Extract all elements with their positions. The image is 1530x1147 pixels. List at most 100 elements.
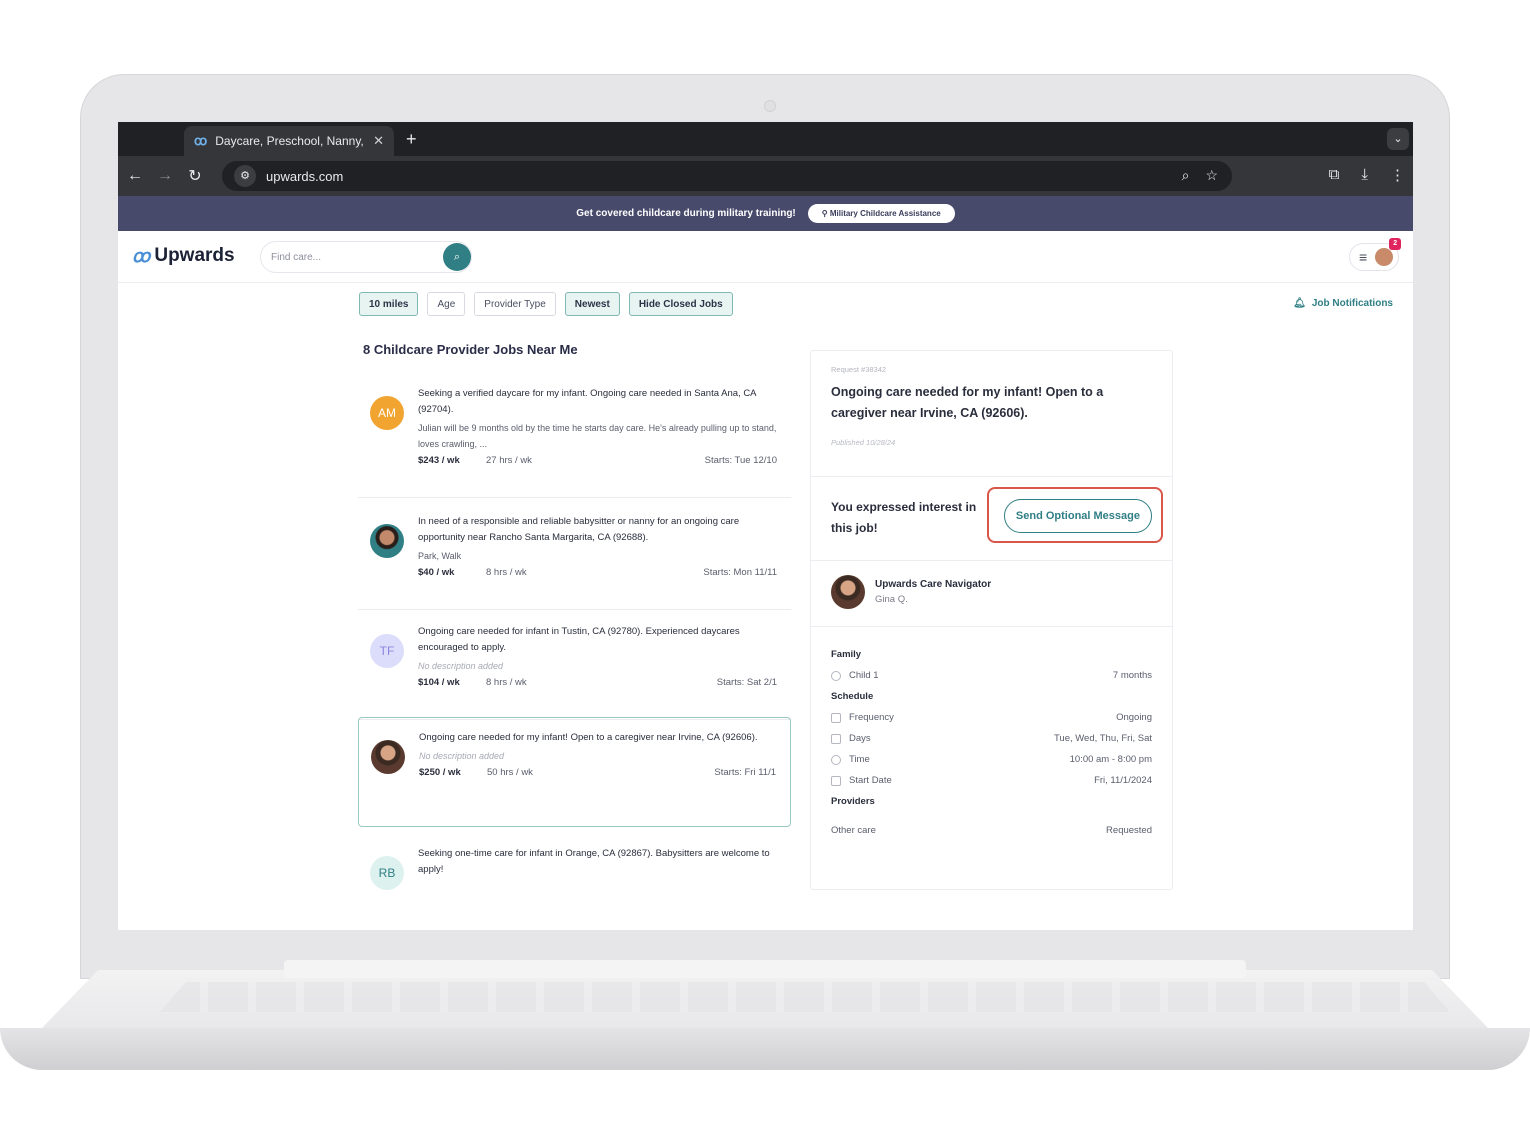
clock-icon	[831, 754, 841, 765]
avatar	[370, 524, 404, 558]
hamburger-icon: ≡	[1359, 249, 1368, 265]
job-meta: $250 / wk 50 hrs / wk Starts: Fri 11/1	[419, 767, 776, 778]
job-card[interactable]: AM Seeking a verified daycare for my inf…	[358, 374, 791, 498]
camera	[764, 100, 776, 112]
job-description: Julian will be 9 months old by the time …	[418, 423, 777, 449]
schedule-label: Days	[849, 733, 871, 744]
job-hours: 8 hrs / wk	[486, 677, 527, 688]
laptop-front-edge	[0, 1028, 1530, 1070]
child-value: 7 months	[1112, 670, 1152, 681]
new-tab-icon[interactable]: +	[406, 129, 417, 150]
schedule-row: Start Date Fri, 11/1/2024	[831, 775, 1152, 786]
child-label: Child 1	[849, 670, 879, 681]
screen: ꝏ Daycare, Preschool, Nanny, & ✕ + ⌄ ← →…	[118, 122, 1413, 930]
close-icon[interactable]: ✕	[373, 133, 384, 149]
avatar	[831, 575, 865, 609]
job-meta: $40 / wk 8 hrs / wk Starts: Mon 11/11	[418, 567, 777, 578]
child-row: Child 1 7 months	[831, 670, 1152, 681]
avatar	[371, 740, 405, 774]
logo[interactable]: ꝏ Upwards	[132, 245, 235, 267]
job-start-date: Starts: Mon 11/11	[703, 567, 777, 578]
filter-distance[interactable]: 10 miles	[359, 292, 419, 316]
avatar: TF	[370, 634, 404, 668]
schedule-row: Days Tue, Wed, Thu, Fri, Sat	[831, 733, 1152, 744]
job-title: Ongoing care needed for my infant! Open …	[419, 732, 758, 743]
child-icon	[831, 670, 841, 681]
bookmark-star-icon[interactable]: ☆	[1205, 167, 1218, 184]
job-meta: $243 / wk 27 hrs / wk Starts: Tue 12/10	[418, 455, 777, 466]
filter-hide-closed[interactable]: Hide Closed Jobs	[628, 292, 733, 316]
back-icon[interactable]: ←	[120, 167, 150, 185]
job-title: Seeking a verified daycare for my infant…	[418, 388, 756, 415]
reload-icon[interactable]: ↻	[180, 166, 210, 186]
search-placeholder: Find care...	[271, 251, 322, 263]
schedule-row: Frequency Ongoing	[831, 712, 1152, 723]
calendar-grid-icon	[831, 733, 841, 744]
promo-banner: Get covered childcare during military tr…	[118, 196, 1413, 231]
app-header: ꝏ Upwards Find care... ⌕ ≡ 2	[118, 231, 1413, 283]
job-title: In need of a responsible and reliable ba…	[418, 516, 740, 543]
request-id: Request #38342	[831, 365, 887, 374]
job-meta: $104 / wk 8 hrs / wk Starts: Sat 2/1	[418, 677, 777, 688]
detail-header: Request #38342 Ongoing care needed for m…	[811, 351, 1172, 477]
navigator-row: Upwards Care Navigator Gina Q.	[831, 575, 1152, 609]
avatar: AM	[370, 396, 404, 430]
schedule-label: Start Date	[849, 775, 892, 786]
job-card-selected[interactable]: Ongoing care needed for my infant! Open …	[358, 717, 791, 827]
navigator-name: Gina Q.	[875, 594, 908, 605]
job-card[interactable]: RB Seeking one-time care for infant in O…	[358, 834, 791, 904]
job-title: Seeking one-time care for infant in Oran…	[418, 848, 770, 875]
browser-tab[interactable]: ꝏ Daycare, Preschool, Nanny, & ✕	[184, 126, 394, 156]
calendar-plus-icon	[831, 775, 841, 786]
list-title: 8 Childcare Provider Jobs Near Me	[363, 342, 578, 357]
account-menu-button[interactable]: ≡ 2	[1349, 238, 1402, 271]
job-title: Ongoing care needed for infant in Tustin…	[418, 626, 740, 653]
job-card[interactable]: TF Ongoing care needed for infant in Tus…	[358, 612, 791, 720]
laptop-hinge	[284, 960, 1246, 978]
site-info-icon[interactable]: ⚙	[234, 165, 256, 187]
job-rate: $250 / wk	[419, 767, 461, 778]
schedule-label: Time	[849, 754, 870, 765]
search-input[interactable]: Find care... ⌕	[260, 241, 472, 273]
download-icon[interactable]: ⤓	[1361, 166, 1368, 184]
laptop-deck	[40, 970, 1490, 1030]
military-assistance-button[interactable]: ⚲ Military Childcare Assistance	[807, 204, 955, 223]
job-description: No description added	[418, 661, 504, 671]
job-detail-panel: Request #38342 Ongoing care needed for m…	[810, 350, 1173, 890]
filter-age[interactable]: Age	[427, 292, 466, 316]
url-text: upwards.com	[266, 168, 344, 184]
filter-bar: 10 miles Age Provider Type Newest Hide C…	[359, 292, 733, 316]
job-card[interactable]: In need of a responsible and reliable ba…	[358, 502, 791, 610]
filter-sort-newest[interactable]: Newest	[564, 292, 620, 316]
forward-icon[interactable]: →	[150, 167, 180, 185]
details-section: Family Child 1 7 months Schedule Frequen…	[811, 627, 1172, 860]
banner-text: Get covered childcare during military tr…	[576, 208, 796, 219]
schedule-value: Fri, 11/1/2024	[1094, 775, 1152, 786]
job-hours: 8 hrs / wk	[486, 567, 527, 578]
job-rate: $40 / wk	[418, 567, 455, 578]
favicon-icon: ꝏ	[194, 133, 208, 148]
job-notifications-link[interactable]: 🔔︎ Job Notifications	[1293, 298, 1393, 309]
logo-icon: ꝏ	[132, 245, 151, 266]
schedule-heading: Schedule	[831, 691, 874, 702]
chevron-down-icon[interactable]: ⌄	[1387, 128, 1409, 150]
job-rate: $243 / wk	[418, 455, 460, 466]
job-description: No description added	[419, 751, 505, 761]
zoom-icon[interactable]: ⌕	[1182, 167, 1190, 184]
browser-tabbar: ꝏ Daycare, Preschool, Nanny, & ✕ + ⌄	[118, 122, 1413, 156]
address-bar[interactable]: ⚙ upwards.com ⌕ ☆	[222, 161, 1232, 191]
filter-provider-type[interactable]: Provider Type	[474, 292, 556, 316]
more-menu-icon[interactable]: ⋮	[1390, 166, 1405, 184]
logo-text: Upwards	[154, 245, 235, 266]
extensions-icon[interactable]: ⧉	[1329, 166, 1340, 184]
detail-title: Ongoing care needed for my infant! Open …	[831, 385, 1104, 420]
banner-button-label: Military Childcare Assistance	[829, 209, 941, 218]
search-icon[interactable]: ⌕	[443, 243, 471, 271]
job-start-date: Starts: Tue 12/10	[704, 455, 777, 466]
tab-title: Daycare, Preschool, Nanny, &	[215, 134, 366, 148]
avatar: RB	[370, 856, 404, 890]
job-start-date: Starts: Fri 11/1	[714, 767, 776, 778]
job-description: Park, Walk	[418, 551, 462, 561]
interest-text: You expressed interest in this job!	[831, 500, 977, 535]
keyboard	[160, 982, 1450, 1012]
